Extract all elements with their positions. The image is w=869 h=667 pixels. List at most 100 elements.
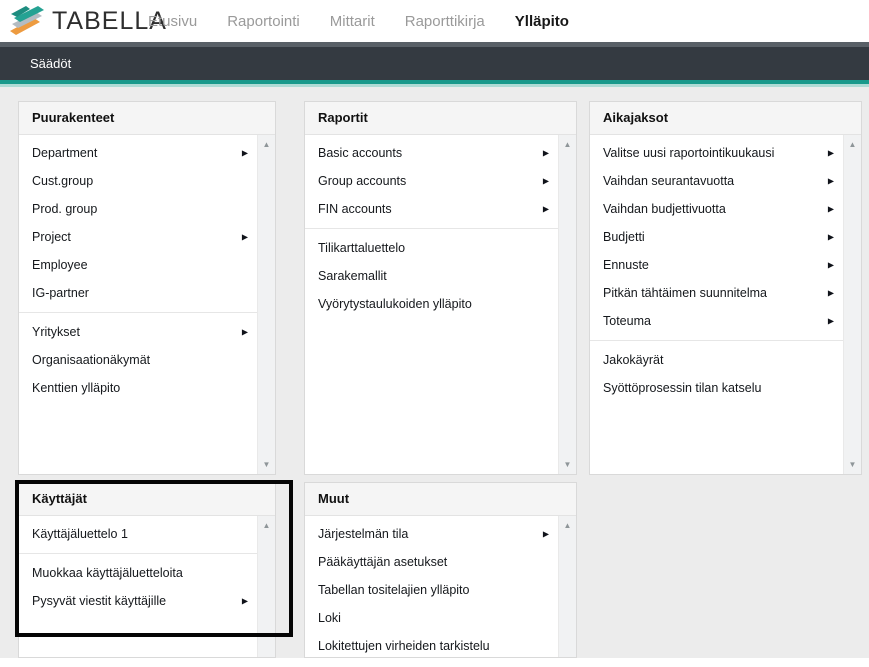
menu-item-label: Pysyvät viestit käyttäjille (32, 594, 166, 608)
menu-item-muokkaa-kayttajaluetteloita[interactable]: Muokkaa käyttäjäluetteloita (19, 559, 258, 587)
menu-item-label: Ennuste (603, 258, 649, 272)
scroll-down-icon[interactable]: ▼ (559, 460, 576, 469)
menu-item-pysyvat-viestit-kayttajille[interactable]: Pysyvät viestit käyttäjille ▶ (19, 587, 258, 615)
panel-body: Käyttäjäluettelo 1 Muokkaa käyttäjäluett… (19, 516, 275, 657)
menu-separator (305, 228, 559, 229)
menu-item-yritykset[interactable]: Yritykset ▶ (19, 318, 258, 346)
app-window: TABELLA Etusivu Raportointi Mittarit Rap… (0, 0, 869, 667)
tabella-logo-icon (8, 2, 50, 40)
submenu-arrow-icon: ▶ (828, 289, 834, 298)
menu-separator (19, 553, 258, 554)
panel-body: Department ▶ Cust.group Prod. group Proj… (19, 135, 275, 474)
submenu-arrow-icon: ▶ (828, 149, 834, 158)
menu-item-syottoprosessin-tilan-katselu[interactable]: Syöttöprosessin tilan katselu (590, 374, 844, 402)
submenu-arrow-icon: ▶ (242, 597, 248, 606)
scroll-down-icon[interactable]: ▼ (258, 460, 275, 469)
menu-item-prod-group[interactable]: Prod. group (19, 195, 258, 223)
scroll-up-icon[interactable]: ▲ (258, 521, 275, 530)
menu-item-label: Käyttäjäluettelo 1 (32, 527, 128, 541)
nav-item-raporttikirja[interactable]: Raporttikirja (405, 13, 485, 30)
menu-item-paakayttajan-asetukset[interactable]: Pääkäyttäjän asetukset (305, 548, 559, 576)
submenu-arrow-icon: ▶ (828, 205, 834, 214)
submenu-arrow-icon: ▶ (242, 149, 248, 158)
menu-item-pitkan-tahtaimen-suunnitelma[interactable]: Pitkän tähtäimen suunnitelma ▶ (590, 279, 844, 307)
menu-item-label: Toteuma (603, 314, 651, 328)
nav-item-mittarit[interactable]: Mittarit (330, 13, 375, 30)
menu-item-jakokayrat[interactable]: Jakokäyrät (590, 346, 844, 374)
panel-raportit: Raportit Basic accounts ▶ Group accounts… (304, 101, 577, 475)
menu-item-label: Group accounts (318, 174, 406, 188)
menu-item-budjetti[interactable]: Budjetti ▶ (590, 223, 844, 251)
scrollbar[interactable]: ▲ (558, 516, 576, 657)
menu-item-tilikarttaluettelo[interactable]: Tilikarttaluettelo (305, 234, 559, 262)
page-title: Säädöt (30, 56, 71, 71)
menu-item-label: Tabellan tositelajien ylläpito (318, 583, 469, 597)
menu-item-basic-accounts[interactable]: Basic accounts ▶ (305, 139, 559, 167)
menu-item-vyorytystaulukoiden-yllapito[interactable]: Vyörytystaulukoiden ylläpito (305, 290, 559, 318)
scroll-up-icon[interactable]: ▲ (258, 140, 275, 149)
menu-item-department[interactable]: Department ▶ (19, 139, 258, 167)
submenu-arrow-icon: ▶ (543, 177, 549, 186)
scrollbar[interactable]: ▲ (257, 516, 275, 657)
menu-item-label: FIN accounts (318, 202, 392, 216)
panel-muut: Muut Järjestelmän tila ▶ Pääkäyttäjän as… (304, 482, 577, 658)
menu-item-loki[interactable]: Loki (305, 604, 559, 632)
scroll-down-icon[interactable]: ▼ (844, 460, 861, 469)
menu-item-cust-group[interactable]: Cust.group (19, 167, 258, 195)
panel-title: Käyttäjät (19, 483, 275, 516)
menu-item-label: Pääkäyttäjän asetukset (318, 555, 447, 569)
scrollbar[interactable]: ▲ ▼ (257, 135, 275, 474)
panel-kayttajat: Käyttäjät Käyttäjäluettelo 1 Muokkaa käy… (18, 482, 276, 658)
menu-item-valitse-uusi-raportointikuukausi[interactable]: Valitse uusi raportointikuukausi ▶ (590, 139, 844, 167)
main-nav: Etusivu Raportointi Mittarit Raporttikir… (148, 0, 569, 42)
menu-separator (590, 340, 844, 341)
nav-item-raportointi[interactable]: Raportointi (227, 13, 300, 30)
menu-item-group-accounts[interactable]: Group accounts ▶ (305, 167, 559, 195)
menu-item-kenttien-yllapito[interactable]: Kenttien ylläpito (19, 374, 258, 402)
menu-item-label: Vaihdan budjettivuotta (603, 202, 726, 216)
scrollbar[interactable]: ▲ ▼ (558, 135, 576, 474)
menu-item-ennuste[interactable]: Ennuste ▶ (590, 251, 844, 279)
menu-item-employee[interactable]: Employee (19, 251, 258, 279)
panel-title: Muut (305, 483, 576, 516)
submenu-arrow-icon: ▶ (242, 328, 248, 337)
menu-item-organisaationakymat[interactable]: Organisaationäkymät (19, 346, 258, 374)
scrollbar[interactable]: ▲ ▼ (843, 135, 861, 474)
menu-item-vaihdan-budjettivuotta[interactable]: Vaihdan budjettivuotta ▶ (590, 195, 844, 223)
panel-body: Valitse uusi raportointikuukausi ▶ Vaihd… (590, 135, 861, 474)
menu-item-ig-partner[interactable]: IG-partner (19, 279, 258, 307)
menu-item-label: Employee (32, 258, 88, 272)
panel-body: Järjestelmän tila ▶ Pääkäyttäjän asetuks… (305, 516, 576, 657)
submenu-arrow-icon: ▶ (828, 177, 834, 186)
menu-item-label: Cust.group (32, 174, 93, 188)
menu-item-vaihdan-seurantavuotta[interactable]: Vaihdan seurantavuotta ▶ (590, 167, 844, 195)
menu-item-lokitettujen-virheiden-tarkistelu[interactable]: Lokitettujen virheiden tarkistelu (305, 632, 559, 660)
menu-item-toteuma[interactable]: Toteuma ▶ (590, 307, 844, 335)
menu-item-fin-accounts[interactable]: FIN accounts ▶ (305, 195, 559, 223)
submenu-arrow-icon: ▶ (543, 149, 549, 158)
scroll-up-icon[interactable]: ▲ (559, 521, 576, 530)
panel-title: Aikajaksot (590, 102, 861, 135)
menu-item-label: Budjetti (603, 230, 645, 244)
scroll-up-icon[interactable]: ▲ (844, 140, 861, 149)
menu-separator (19, 312, 258, 313)
menu-item-label: Prod. group (32, 202, 97, 216)
menu-item-project[interactable]: Project ▶ (19, 223, 258, 251)
nav-item-etusivu[interactable]: Etusivu (148, 13, 197, 30)
menu-item-label: Sarakemallit (318, 269, 387, 283)
menu-item-tabellan-tositelajien-yllapito[interactable]: Tabellan tositelajien ylläpito (305, 576, 559, 604)
submenu-arrow-icon: ▶ (828, 233, 834, 242)
menu-item-kayttajaluettelo-1[interactable]: Käyttäjäluettelo 1 (19, 520, 258, 548)
submenu-arrow-icon: ▶ (828, 261, 834, 270)
brand-logo[interactable]: TABELLA (8, 2, 167, 40)
menu-item-label: Basic accounts (318, 146, 402, 160)
menu-item-jarjestelman-tila[interactable]: Järjestelmän tila ▶ (305, 520, 559, 548)
menu-item-label: Lokitettujen virheiden tarkistelu (318, 639, 490, 653)
scroll-up-icon[interactable]: ▲ (559, 140, 576, 149)
menu-item-label: Loki (318, 611, 341, 625)
menu-item-sarakemallit[interactable]: Sarakemallit (305, 262, 559, 290)
nav-item-yllapito[interactable]: Ylläpito (515, 13, 569, 30)
menu-item-label: Järjestelmän tila (318, 527, 408, 541)
submenu-arrow-icon: ▶ (242, 233, 248, 242)
menu-item-label: Project (32, 230, 71, 244)
